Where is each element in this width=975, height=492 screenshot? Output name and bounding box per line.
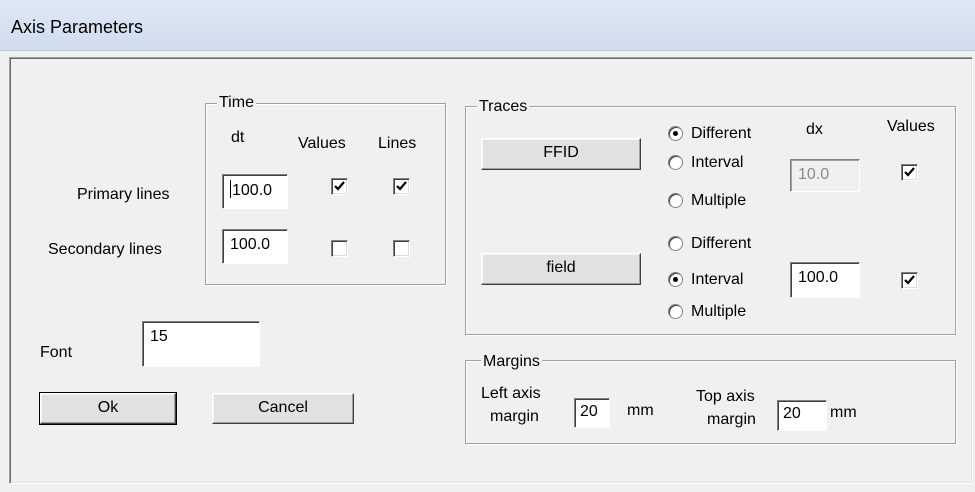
secondary-dt-value: 100.0: [230, 236, 271, 253]
top-axis-margin-label-1: Top axis: [696, 388, 755, 405]
margins-group-label: Margins: [481, 353, 542, 371]
ffid-values-checkbox[interactable]: [901, 164, 918, 181]
secondary-dt-input[interactable]: 100.0: [222, 229, 288, 264]
left-axis-margin-input[interactable]: 20: [574, 398, 610, 428]
ffid-button[interactable]: FFID: [481, 138, 641, 170]
check-icon: [904, 275, 915, 285]
ffid-dx-input[interactable]: 10.0: [790, 159, 860, 192]
ffid-radio-interval-label: Interval: [691, 154, 744, 171]
text-caret: [230, 180, 231, 198]
field-radio-different-label: Different: [691, 235, 752, 252]
secondary-lines-label: Secondary lines: [48, 241, 162, 258]
field-radio-multiple[interactable]: [668, 304, 683, 319]
field-dx-input[interactable]: 100.0: [790, 262, 860, 298]
traces-values-header: Values: [887, 118, 935, 135]
traces-dx-header: dx: [806, 121, 823, 138]
primary-lines-label: Primary lines: [77, 186, 170, 203]
left-axis-margin-label-2: margin: [490, 408, 539, 425]
field-radio-multiple-label: Multiple: [691, 303, 747, 320]
font-label: Font: [40, 344, 73, 361]
field-radio-different[interactable]: [668, 236, 683, 251]
ffid-radio-interval[interactable]: [668, 155, 683, 170]
secondary-lines-checkbox[interactable]: [393, 240, 410, 257]
top-axis-margin-label-2: margin: [707, 411, 756, 428]
time-dt-header: dt: [231, 129, 245, 146]
radio-dot: [673, 277, 678, 282]
primary-values-checkbox[interactable]: [331, 178, 348, 195]
left-axis-margin-label-1: Left axis: [481, 385, 541, 402]
ok-button[interactable]: Ok: [39, 392, 177, 425]
cancel-button[interactable]: Cancel: [212, 393, 354, 424]
top-axis-margin-unit: mm: [830, 404, 857, 421]
field-radio-interval-label: Interval: [691, 271, 744, 288]
ffid-radio-different[interactable]: [668, 126, 683, 141]
primary-dt-value: 100.0: [232, 182, 273, 199]
check-icon: [904, 167, 915, 177]
radio-dot: [673, 131, 678, 136]
ffid-radio-different-label: Different: [691, 125, 752, 142]
top-axis-margin-input[interactable]: 20: [777, 400, 827, 431]
font-input[interactable]: 15: [142, 321, 260, 367]
left-axis-margin-unit: mm: [627, 402, 654, 419]
time-values-header: Values: [298, 135, 346, 152]
primary-dt-input[interactable]: 100.0: [222, 174, 288, 209]
time-lines-header: Lines: [378, 135, 417, 152]
secondary-values-checkbox[interactable]: [331, 240, 348, 257]
field-values-checkbox[interactable]: [901, 272, 918, 289]
field-dx-value: 100.0: [798, 269, 839, 286]
field-button[interactable]: field: [481, 253, 641, 285]
check-icon: [334, 181, 345, 191]
window-title: Axis Parameters: [11, 17, 144, 37]
title-bar: [0, 0, 975, 51]
time-group-label: Time: [217, 94, 256, 112]
ffid-radio-multiple-label: Multiple: [691, 192, 747, 209]
field-radio-interval[interactable]: [668, 272, 683, 287]
traces-group-label: Traces: [477, 98, 530, 116]
check-icon: [396, 181, 407, 191]
primary-lines-checkbox[interactable]: [393, 178, 410, 195]
left-axis-margin-value: 20: [580, 403, 598, 420]
font-value: 15: [150, 328, 168, 345]
ffid-radio-multiple[interactable]: [668, 193, 683, 208]
top-axis-margin-value: 20: [783, 405, 801, 422]
ffid-dx-value: 10.0: [798, 166, 830, 183]
